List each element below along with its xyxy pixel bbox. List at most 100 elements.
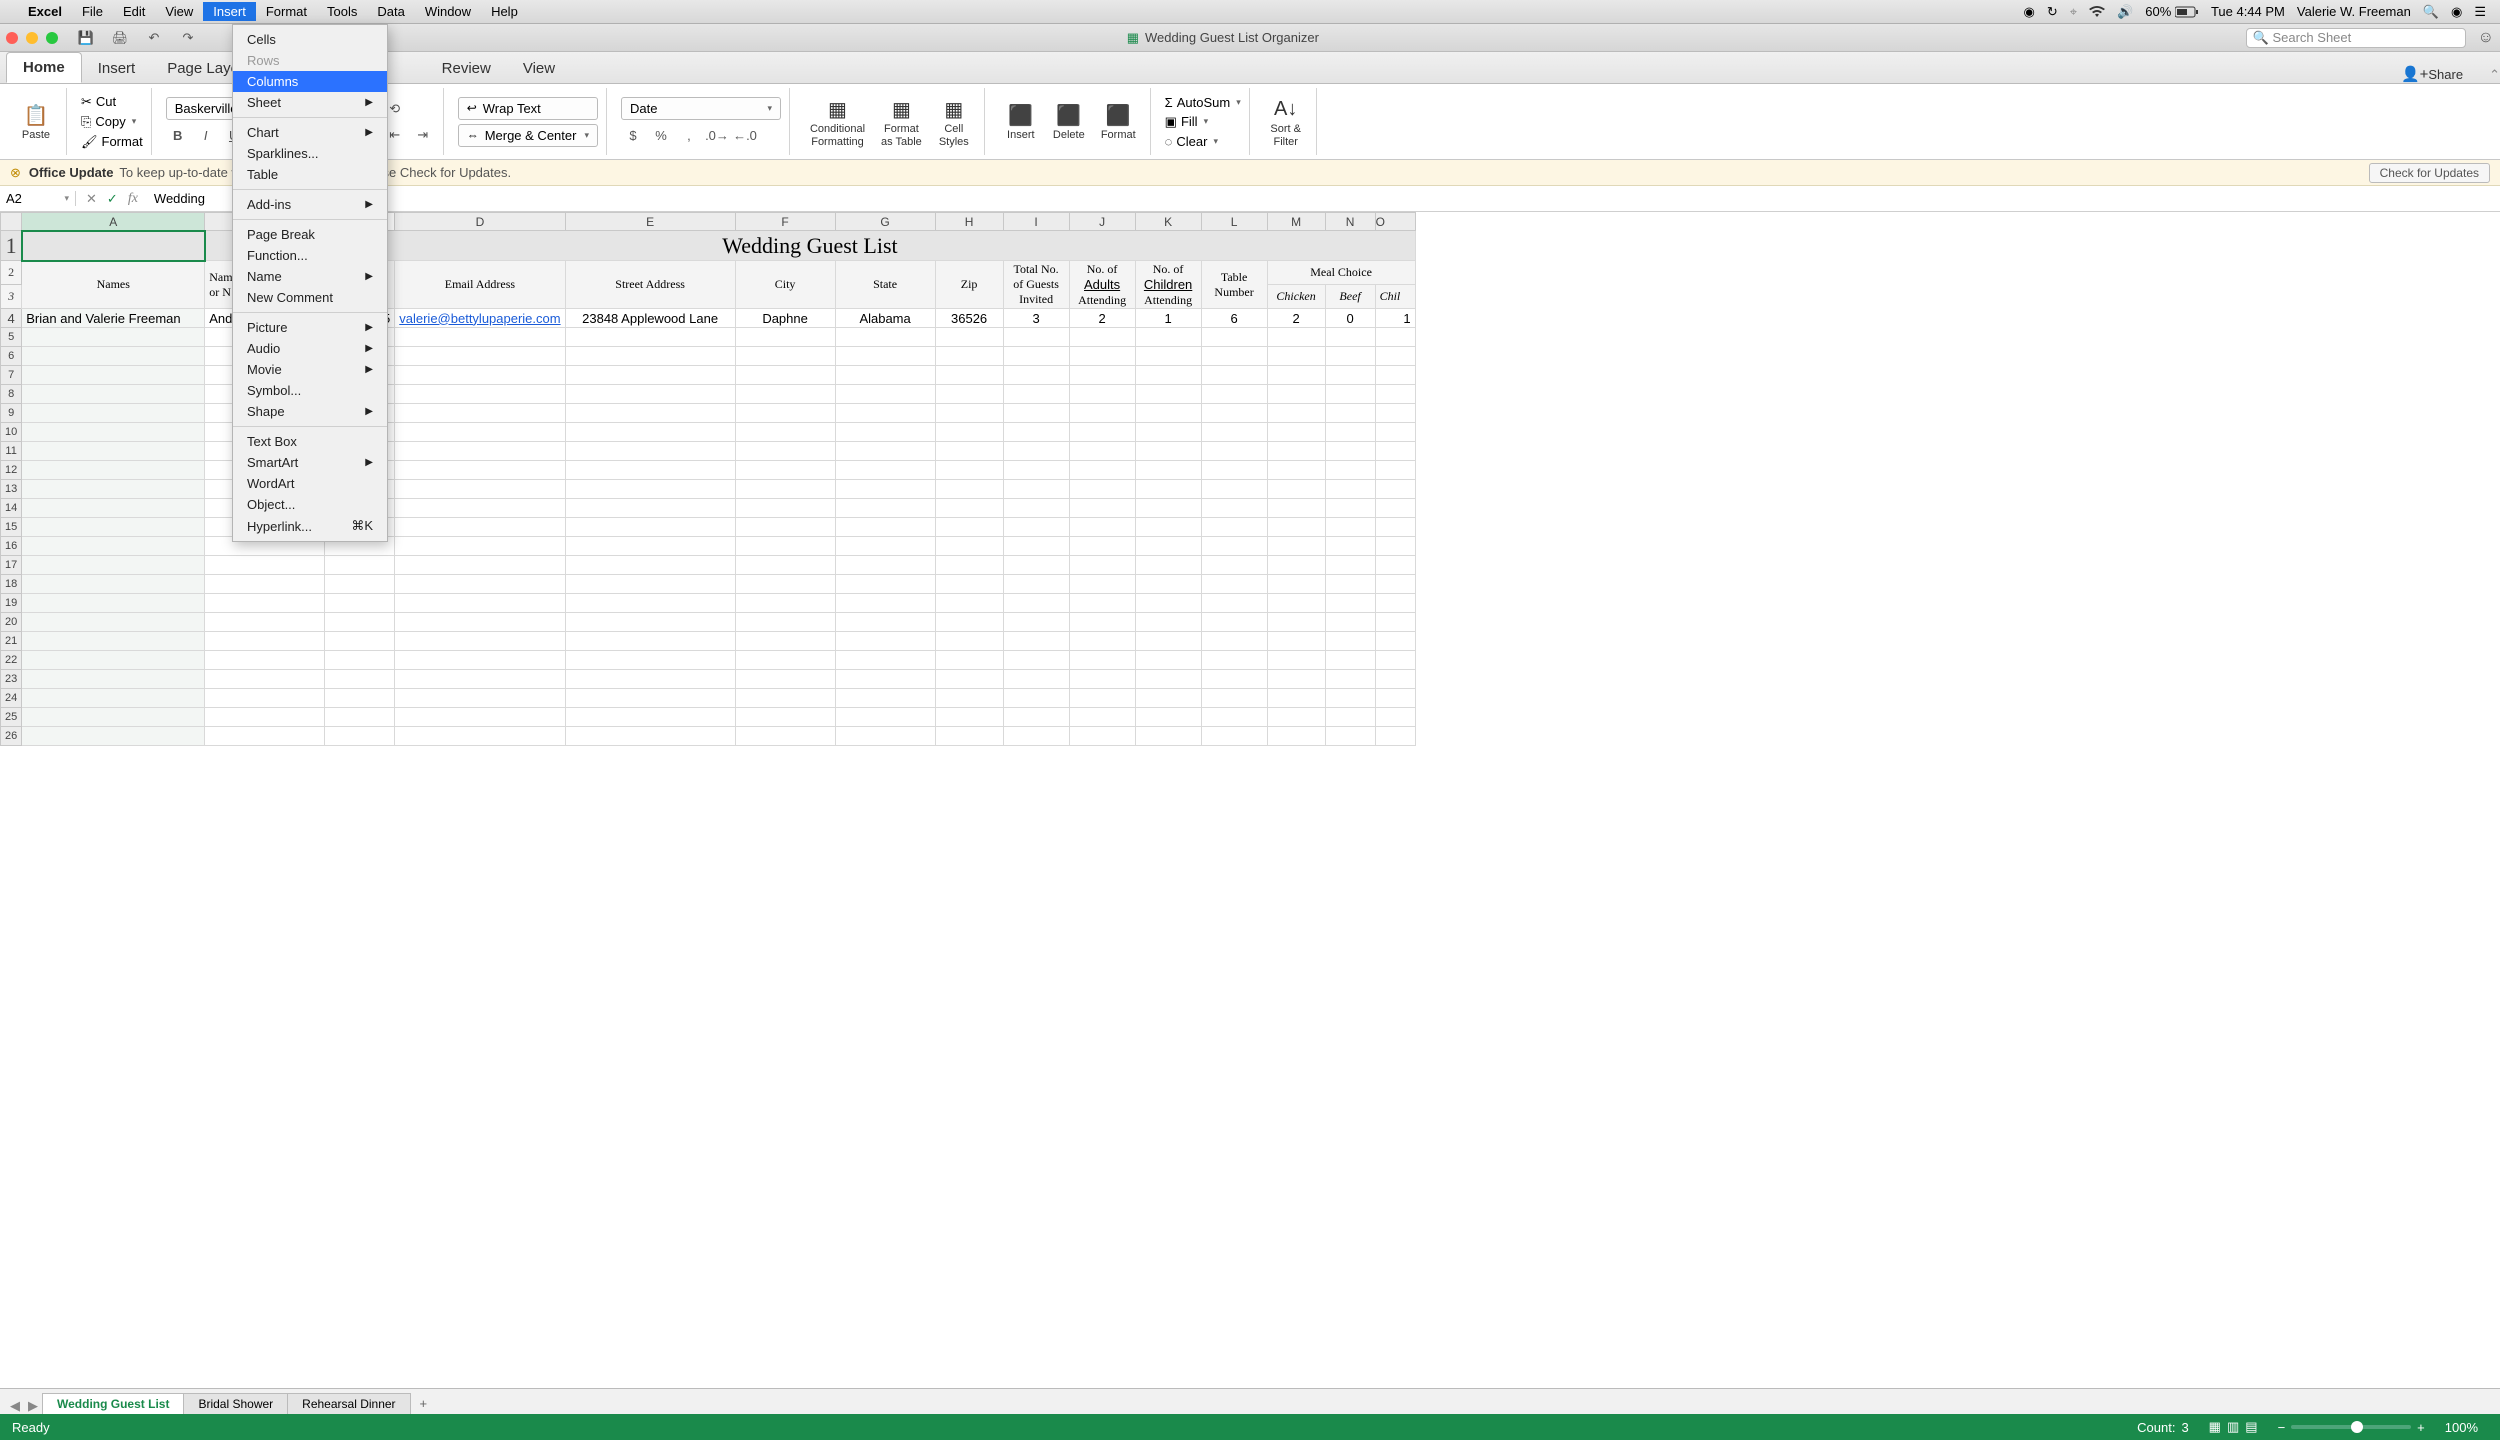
minimize-window-button[interactable]: [26, 32, 38, 44]
cell-n23[interactable]: [1325, 670, 1375, 689]
hdr-meal-choice[interactable]: Meal Choice: [1267, 261, 1415, 285]
ribbon-tab-view[interactable]: View: [507, 54, 571, 83]
cell-i9[interactable]: [1003, 404, 1069, 423]
cell-d24[interactable]: [395, 689, 565, 708]
cell-e9[interactable]: [565, 404, 735, 423]
col-header-i[interactable]: I: [1003, 213, 1069, 231]
cell-n11[interactable]: [1325, 442, 1375, 461]
cell-o25[interactable]: [1375, 708, 1415, 727]
cell-d4[interactable]: valerie@bettylupaperie.com: [395, 309, 565, 328]
cell-o15[interactable]: [1375, 518, 1415, 537]
cell-b26[interactable]: [205, 727, 325, 746]
insert-cells-button[interactable]: ⬛Insert: [999, 99, 1043, 143]
cell-k16[interactable]: [1135, 537, 1201, 556]
cell-j12[interactable]: [1069, 461, 1135, 480]
cell-m4[interactable]: 2: [1267, 309, 1325, 328]
number-format-combo[interactable]: Date▾: [621, 97, 781, 120]
cell-a26[interactable]: [22, 727, 205, 746]
cell-d14[interactable]: [395, 499, 565, 518]
cell-a1[interactable]: [22, 231, 205, 261]
sheet-tab-rehearsal[interactable]: Rehearsal Dinner: [287, 1393, 410, 1414]
insert-menu-audio[interactable]: Audio▶: [233, 338, 387, 359]
cell-h9[interactable]: [935, 404, 1003, 423]
cell-f23[interactable]: [735, 670, 835, 689]
col-header-h[interactable]: H: [935, 213, 1003, 231]
col-header-f[interactable]: F: [735, 213, 835, 231]
menu-file[interactable]: File: [72, 2, 113, 21]
cell-g20[interactable]: [835, 613, 935, 632]
cell-h12[interactable]: [935, 461, 1003, 480]
cell-h6[interactable]: [935, 347, 1003, 366]
cell-l11[interactable]: [1201, 442, 1267, 461]
cell-n10[interactable]: [1325, 423, 1375, 442]
battery-status[interactable]: 60%: [2145, 4, 2199, 19]
hdr-children[interactable]: No. of Children Attending: [1135, 261, 1201, 309]
menu-help[interactable]: Help: [481, 2, 528, 21]
row-header-10[interactable]: 10: [1, 423, 22, 442]
hdr-beef[interactable]: Beef: [1325, 285, 1375, 309]
row-header-16[interactable]: 16: [1, 537, 22, 556]
col-header-e[interactable]: E: [565, 213, 735, 231]
enter-formula-icon[interactable]: ✓: [107, 191, 118, 207]
cell-o5[interactable]: [1375, 328, 1415, 347]
insert-menu-object[interactable]: Object...: [233, 494, 387, 515]
cell-i10[interactable]: [1003, 423, 1069, 442]
row-header-6[interactable]: 6: [1, 347, 22, 366]
cell-g19[interactable]: [835, 594, 935, 613]
cell-e25[interactable]: [565, 708, 735, 727]
cell-n19[interactable]: [1325, 594, 1375, 613]
insert-menu-sparklines[interactable]: Sparklines...: [233, 143, 387, 164]
cell-k19[interactable]: [1135, 594, 1201, 613]
cell-j4[interactable]: 2: [1069, 309, 1135, 328]
cell-styles-button[interactable]: ▦Cell Styles: [932, 93, 976, 149]
cell-l9[interactable]: [1201, 404, 1267, 423]
cell-k24[interactable]: [1135, 689, 1201, 708]
cell-l17[interactable]: [1201, 556, 1267, 575]
cell-h13[interactable]: [935, 480, 1003, 499]
cell-g8[interactable]: [835, 385, 935, 404]
cell-o19[interactable]: [1375, 594, 1415, 613]
email-link[interactable]: valerie@bettylupaperie.com: [399, 311, 560, 326]
cell-o11[interactable]: [1375, 442, 1415, 461]
cell-j10[interactable]: [1069, 423, 1135, 442]
menu-window[interactable]: Window: [415, 2, 481, 21]
cell-d13[interactable]: [395, 480, 565, 499]
cell-i20[interactable]: [1003, 613, 1069, 632]
cell-k5[interactable]: [1135, 328, 1201, 347]
cell-o23[interactable]: [1375, 670, 1415, 689]
insert-menu-text-box[interactable]: Text Box: [233, 431, 387, 452]
menu-edit[interactable]: Edit: [113, 2, 155, 21]
cell-f17[interactable]: [735, 556, 835, 575]
hdr-total-guests[interactable]: Total No. of Guests Invited: [1003, 261, 1069, 309]
fill-button[interactable]: ▣ Fill ▾: [1165, 114, 1241, 130]
insert-menu-new-comment[interactable]: New Comment: [233, 287, 387, 308]
hdr-email[interactable]: Email Address: [395, 261, 565, 309]
cell-l13[interactable]: [1201, 480, 1267, 499]
insert-menu-name[interactable]: Name▶: [233, 266, 387, 287]
cell-g23[interactable]: [835, 670, 935, 689]
cell-o7[interactable]: [1375, 366, 1415, 385]
cell-a16[interactable]: [22, 537, 205, 556]
cell-o22[interactable]: [1375, 651, 1415, 670]
cell-b21[interactable]: [205, 632, 325, 651]
cell-l10[interactable]: [1201, 423, 1267, 442]
cell-g10[interactable]: [835, 423, 935, 442]
cell-m11[interactable]: [1267, 442, 1325, 461]
cell-e26[interactable]: [565, 727, 735, 746]
row-header-3[interactable]: 3: [1, 285, 22, 309]
insert-menu-picture[interactable]: Picture▶: [233, 317, 387, 338]
add-sheet-button[interactable]: +: [410, 1393, 438, 1414]
cell-d19[interactable]: [395, 594, 565, 613]
cell-a10[interactable]: [22, 423, 205, 442]
cell-l12[interactable]: [1201, 461, 1267, 480]
hdr-chil[interactable]: Chil: [1375, 285, 1415, 309]
comma-icon[interactable]: ,: [677, 124, 701, 146]
insert-menu-movie[interactable]: Movie▶: [233, 359, 387, 380]
cell-i5[interactable]: [1003, 328, 1069, 347]
cell-l4[interactable]: 6: [1201, 309, 1267, 328]
cell-h15[interactable]: [935, 518, 1003, 537]
cell-e24[interactable]: [565, 689, 735, 708]
cell-n18[interactable]: [1325, 575, 1375, 594]
format-as-table-button[interactable]: ▦Format as Table: [875, 93, 928, 149]
insert-menu-wordart[interactable]: WordArt: [233, 473, 387, 494]
